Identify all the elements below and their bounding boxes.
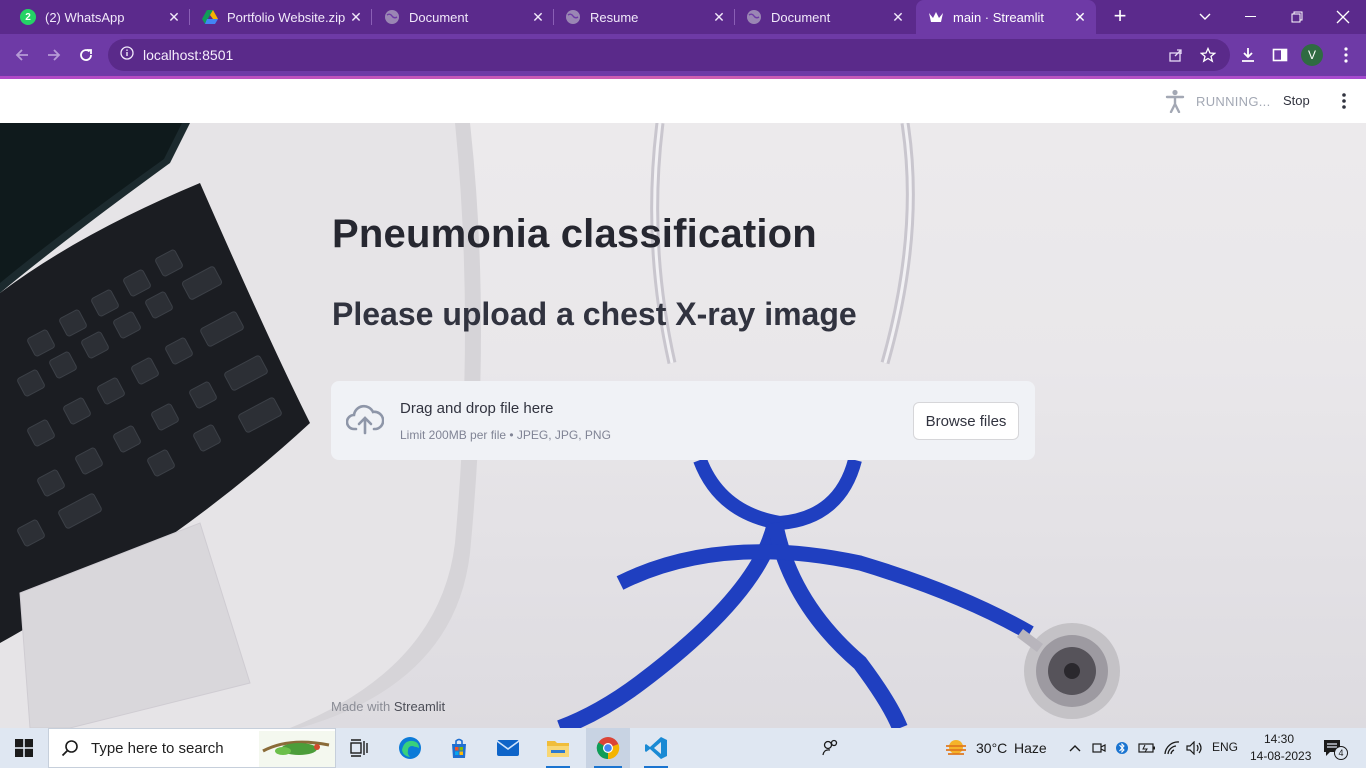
- taskbar-search-input[interactable]: Type here to search: [48, 728, 336, 768]
- cloud-upload-icon: [345, 403, 385, 437]
- tab-separator: [553, 9, 554, 25]
- tab-document-1[interactable]: Document ✕: [374, 0, 554, 34]
- close-tab-icon[interactable]: ✕: [888, 9, 908, 26]
- chrome-icon[interactable]: [586, 728, 630, 768]
- globe-icon: [746, 9, 762, 25]
- edge-browser-icon[interactable]: [392, 728, 428, 768]
- bluetooth-icon[interactable]: [1113, 728, 1131, 768]
- search-placeholder: Type here to search: [91, 739, 224, 757]
- browser-tab-strip: 2 (2) WhatsApp ✕ Portfolio Website.zip -…: [0, 0, 1366, 34]
- file-uploader-dropzone[interactable]: Drag and drop file here Limit 200MB per …: [331, 381, 1035, 460]
- close-tab-icon[interactable]: ✕: [346, 9, 366, 26]
- tab-title: Document: [771, 9, 831, 25]
- globe-icon: [565, 9, 581, 25]
- notification-icon[interactable]: 4: [1318, 728, 1348, 768]
- vscode-icon[interactable]: [636, 728, 676, 768]
- meet-now-icon[interactable]: [1090, 728, 1108, 768]
- clock-time[interactable]: 14:30: [1264, 732, 1294, 746]
- tab-whatsapp[interactable]: 2 (2) WhatsApp ✕: [0, 0, 190, 34]
- tab-separator: [189, 9, 190, 25]
- globe-icon: [384, 9, 400, 25]
- streamlit-header: RUNNING... Stop: [0, 79, 1366, 123]
- tab-search-icon[interactable]: [1182, 0, 1228, 34]
- input-language[interactable]: ENG: [1212, 740, 1238, 754]
- mail-icon[interactable]: [490, 728, 526, 768]
- close-tab-icon[interactable]: ✕: [528, 9, 548, 26]
- app-footer: Made with Streamlit: [331, 699, 445, 714]
- close-tab-icon[interactable]: ✕: [709, 9, 729, 26]
- running-figure-icon: [1164, 89, 1186, 118]
- people-icon[interactable]: [816, 728, 846, 768]
- download-icon[interactable]: [1236, 43, 1260, 67]
- browse-files-button[interactable]: Browse files: [913, 402, 1019, 440]
- app-main-area: Pneumonia classification Please upload a…: [0, 123, 1366, 728]
- profile-avatar[interactable]: V: [1301, 44, 1323, 66]
- tab-title: Resume: [590, 9, 639, 25]
- search-icon: [61, 739, 79, 757]
- close-tab-icon[interactable]: ✕: [1070, 9, 1090, 26]
- url-text[interactable]: localhost:8501: [143, 47, 233, 63]
- new-tab-button[interactable]: +: [1108, 5, 1132, 29]
- restore-icon[interactable]: [1274, 0, 1320, 34]
- battery-icon[interactable]: [1136, 728, 1158, 768]
- forward-arrow-icon[interactable]: [42, 43, 66, 67]
- wifi-icon[interactable]: [1161, 728, 1183, 768]
- running-status: RUNNING...: [1196, 94, 1271, 109]
- tab-portfolio-website[interactable]: Portfolio Website.zip - ✕: [192, 0, 372, 34]
- windows-start-icon[interactable]: [0, 728, 48, 768]
- browser-menu-icon[interactable]: [1334, 43, 1358, 67]
- weather-condition[interactable]: Haze: [1014, 740, 1047, 756]
- browser-toolbar: localhost:8501 V: [0, 34, 1366, 76]
- file-explorer-icon[interactable]: [538, 728, 578, 768]
- whatsapp-icon: 2: [20, 9, 36, 25]
- notification-count-badge: 4: [1334, 746, 1348, 760]
- chevron-up-icon[interactable]: [1066, 728, 1084, 768]
- page-subtitle: Please upload a chest X-ray image: [332, 296, 857, 332]
- tab-document-2[interactable]: Document ✕: [736, 0, 914, 34]
- side-panel-icon[interactable]: [1268, 43, 1292, 67]
- close-tab-icon[interactable]: ✕: [164, 9, 184, 26]
- file-limit-text: Limit 200MB per file • JPEG, JPG, PNG: [400, 428, 611, 442]
- windows-taskbar: Type here to search 30°C Haze ENG 14:30 …: [0, 728, 1366, 768]
- page-title: Pneumonia classification: [332, 212, 817, 256]
- footer-prefix: Made with: [331, 699, 391, 714]
- streamlit-link[interactable]: Streamlit: [394, 699, 445, 714]
- tab-main-streamlit[interactable]: main · Streamlit ✕: [916, 0, 1096, 34]
- share-icon[interactable]: [1164, 43, 1188, 67]
- tab-resume[interactable]: Resume ✕: [555, 0, 735, 34]
- minimize-icon[interactable]: [1228, 0, 1274, 34]
- haze-weather-icon[interactable]: [942, 728, 970, 768]
- main-menu-icon[interactable]: [1334, 91, 1354, 111]
- reload-icon[interactable]: [74, 43, 98, 67]
- tab-title: Document: [409, 9, 469, 25]
- google-drive-icon: [202, 9, 218, 25]
- streamlit-crown-icon: [928, 9, 944, 25]
- microsoft-store-icon[interactable]: [441, 728, 477, 768]
- back-arrow-icon[interactable]: [10, 43, 34, 67]
- address-bar[interactable]: localhost:8501: [108, 39, 1230, 71]
- task-view-icon[interactable]: [342, 728, 378, 768]
- close-window-icon[interactable]: [1320, 0, 1366, 34]
- stop-button[interactable]: Stop: [1283, 93, 1310, 108]
- volume-icon[interactable]: [1184, 728, 1206, 768]
- tab-separator: [734, 9, 735, 25]
- dropzone-instructions: Drag and drop file here: [400, 400, 554, 417]
- bookmark-star-icon[interactable]: [1196, 43, 1220, 67]
- tab-separator: [371, 9, 372, 25]
- tab-title: main · Streamlit: [953, 9, 1045, 25]
- tab-title: Portfolio Website.zip -: [227, 9, 346, 25]
- clock-date[interactable]: 14-08-2023: [1250, 749, 1311, 763]
- weather-temperature[interactable]: 30°C: [976, 740, 1007, 756]
- tab-title: (2) WhatsApp: [45, 9, 125, 25]
- site-info-icon[interactable]: [120, 45, 134, 65]
- search-highlight-image: [259, 731, 335, 767]
